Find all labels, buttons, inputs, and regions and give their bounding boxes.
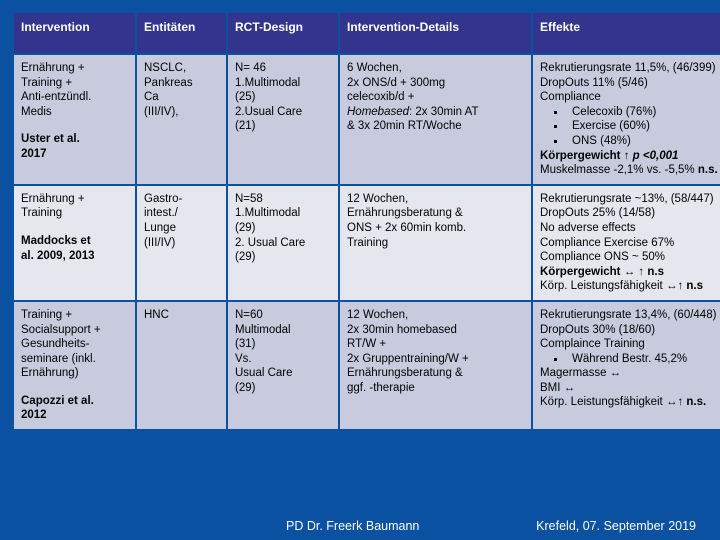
cell-intervention: Ernährung + Training + Anti-entzündl. Me… [14, 55, 135, 184]
details-italic-text: Homebased [347, 105, 410, 118]
study-reference: Uster et al. 2017 [21, 133, 80, 160]
cell-effekte: Rekrutierungsrate ~13%, (58/447) DropOut… [533, 185, 720, 300]
effekte-highlight-line: Körpergewicht ↔ ↑ n.s [540, 265, 720, 280]
table-header: Intervention Entitäten RCT-Design Interv… [14, 13, 720, 53]
effekte-highlight-line: Körpergewicht ↑ p <0,001 [540, 149, 720, 164]
column-header-effekte: Effekte [533, 13, 720, 53]
details-text: 12 Wochen, Ernährungsberatung & ONS + 2x… [347, 192, 467, 249]
column-header-intervention-details: Intervention-Details [340, 13, 531, 53]
cell-spacer [21, 221, 129, 234]
effekte-line: DropOuts 11% (5/46) [540, 76, 648, 89]
effekte-final-text: Körp. Leistungsfähigkeit ↔↑ [540, 396, 687, 409]
effekte-final-text: Muskelmasse -2,1% vs. -5,5% [540, 164, 698, 177]
footer-author: PD Dr. Freerk Baumann [286, 519, 420, 533]
entitaeten-text: Gastro- intest./ Lunge (III/IV) [144, 192, 183, 249]
effekte-line: Compliance [540, 91, 601, 104]
cell-spacer [21, 381, 129, 394]
cell-entitaeten: Gastro- intest./ Lunge (III/IV) [137, 185, 226, 300]
list-item: Exercise (60%) [554, 119, 720, 134]
study-reference: Capozzi et al. 2012 [21, 394, 94, 422]
effekte-highlight-value: ↑ p <0,001 [623, 149, 679, 162]
cell-rct-design: N=60 Multimodal (31) Vs. Usual Care (29) [228, 301, 338, 430]
intervention-text: Ernährung + Training + Anti-entzündl. Me… [21, 62, 92, 118]
column-header-intervention: Intervention [14, 13, 135, 53]
effekte-line: BMI ↔ [540, 381, 576, 394]
table-row: Ernährung + Training Maddocks et al. 200… [14, 185, 720, 300]
rct-design-text: N=58 1.Multimodal (29) 2. Usual Care (29… [235, 192, 306, 264]
effekte-significance: n.s. [697, 164, 718, 177]
details-line: & 3x 20min RT/Woche [347, 120, 462, 133]
entitaeten-text: NSCLC, Pankreas Ca (III/IV), [144, 62, 193, 118]
effekte-line: Rekrutierungsrate 11,5%, (46/399) [540, 62, 716, 74]
cell-intervention: Ernährung + Training Maddocks et al. 200… [14, 185, 135, 300]
cell-rct-design: N=58 1.Multimodal (29) 2. Usual Care (29… [228, 185, 338, 300]
rct-design-text: N= 46 1.Multimodal (25) 2.Usual Care (21… [235, 62, 303, 133]
details-plain-text: : 2x 30min AT [409, 105, 479, 118]
list-item: ONS (48%) [554, 134, 720, 149]
effekte-bullet-list: Während Bestr. 45,2% [540, 352, 720, 367]
effekte-line: Magermasse ↔ [540, 367, 622, 380]
details-line: celecoxib/d + [347, 91, 415, 104]
intervention-text: Training + Socialsupport + Gesundheits- … [21, 308, 101, 380]
cell-spacer [21, 119, 129, 132]
studies-table: Intervention Entitäten RCT-Design Interv… [12, 11, 720, 431]
cell-entitaeten: HNC [137, 301, 226, 430]
cell-effekte: Rekrutierungsrate 13,4%, (60/448) DropOu… [533, 301, 720, 430]
column-header-entitaeten: Entitäten [137, 13, 226, 53]
cell-effekte: Rekrutierungsrate 11,5%, (46/399) DropOu… [533, 55, 720, 184]
table-row: Ernährung + Training + Anti-entzündl. Me… [14, 55, 720, 184]
cell-rct-design: N= 46 1.Multimodal (25) 2.Usual Care (21… [228, 55, 338, 184]
effekte-line: Compliance ONS ~ 50% [540, 251, 665, 264]
details-homebased-label: Homebased: 2x 30min AT [347, 106, 478, 118]
effekte-line: Rekrutierungsrate 13,4%, (60/448) [540, 308, 717, 321]
effekte-significance: n.s. [686, 396, 707, 409]
table-header-row: Intervention Entitäten RCT-Design Interv… [14, 13, 720, 53]
effekte-line: DropOuts 25% (14/58) [540, 207, 656, 220]
effekte-line: No adverse effects [540, 221, 636, 234]
table-body: Ernährung + Training + Anti-entzündl. Me… [14, 55, 720, 430]
intervention-text: Ernährung + Training [21, 192, 85, 220]
cell-intervention: Training + Socialsupport + Gesundheits- … [14, 301, 135, 430]
details-line: 2x ONS/d + 300mg [347, 76, 446, 89]
effekte-significance: ↑ n.s [638, 265, 664, 278]
effekte-highlight-label: Körpergewicht [540, 149, 624, 162]
effekte-significance: n.s [686, 280, 704, 293]
list-item: Celecoxib (76%) [554, 105, 720, 120]
list-item: Während Bestr. 45,2% [554, 352, 720, 367]
effekte-arrow-text: ↔ [623, 265, 639, 278]
slide: Intervention Entitäten RCT-Design Interv… [0, 0, 720, 540]
effekte-line: DropOuts 30% (18/60) [540, 323, 656, 336]
effekte-line: Rekrutierungsrate ~13%, (58/447) [540, 192, 714, 205]
details-text: 12 Wochen, 2x 30min homebased RT/W + 2x … [347, 308, 469, 394]
effekte-highlight-label: Körpergewicht [540, 265, 624, 278]
studies-table-container: Intervention Entitäten RCT-Design Interv… [12, 11, 720, 514]
column-header-rct-design: RCT-Design [228, 13, 338, 53]
details-line: 6 Wochen, [347, 62, 402, 74]
entitaeten-text: HNC [144, 308, 169, 321]
effekte-bullet-list: Celecoxib (76%) Exercise (60%) ONS (48%) [540, 105, 720, 149]
cell-intervention-details: 6 Wochen, 2x ONS/d + 300mg celecoxib/d +… [340, 55, 531, 184]
effekte-final-line: Körp. Leistungsfähigkeit ↔↑ n.s. [540, 395, 720, 410]
effekte-final-text: Körp. Leistungsfähigkeit ↔↑ [540, 280, 687, 293]
effekte-line: Complaince Training [540, 338, 645, 351]
cell-intervention-details: 12 Wochen, Ernährungsberatung & ONS + 2x… [340, 185, 531, 300]
cell-entitaeten: NSCLC, Pankreas Ca (III/IV), [137, 55, 226, 184]
effekte-final-line: Körp. Leistungsfähigkeit ↔↑ n.s [540, 279, 720, 294]
slide-footer: PD Dr. Freerk Baumann Krefeld, 07. Septe… [0, 514, 720, 540]
effekte-final-line: Muskelmasse -2,1% vs. -5,5% n.s. [540, 163, 720, 178]
effekte-line: Compliance Exercise 67% [540, 236, 675, 249]
study-reference: Maddocks et al. 2009, 2013 [21, 234, 95, 262]
rct-design-text: N=60 Multimodal (31) Vs. Usual Care (29) [235, 308, 293, 394]
footer-place-date: Krefeld, 07. September 2019 [536, 519, 696, 533]
table-row: Training + Socialsupport + Gesundheits- … [14, 301, 720, 430]
cell-intervention-details: 12 Wochen, 2x 30min homebased RT/W + 2x … [340, 301, 531, 430]
